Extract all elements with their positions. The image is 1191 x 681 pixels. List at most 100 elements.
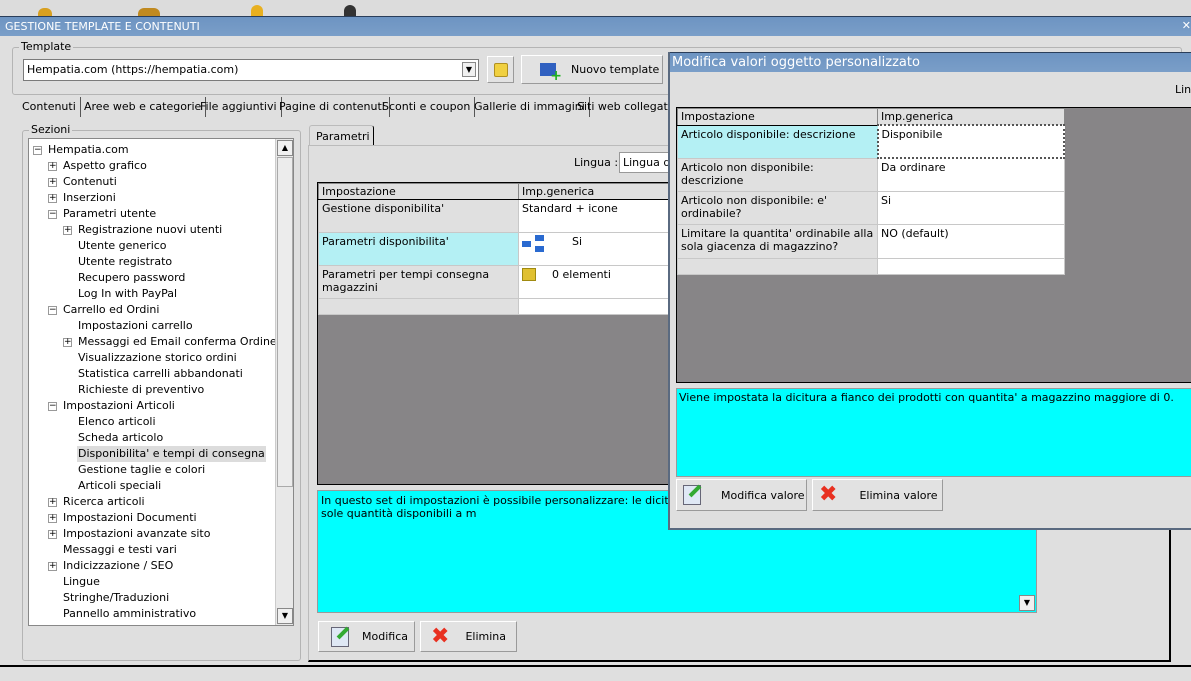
sections-tree[interactable]: − Hempatia.com + Aspetto grafico + Contenuti +… <box>28 138 294 626</box>
tab-sconti-coupon[interactable]: Sconti e coupon <box>378 97 476 117</box>
collapse-icon[interactable]: − <box>48 210 57 219</box>
tab-file-aggiuntivi[interactable]: File aggiuntivi <box>196 97 282 117</box>
tab-gallerie-immagini[interactable]: Gallerie di immagini <box>470 97 590 117</box>
expand-icon[interactable]: + <box>63 338 72 347</box>
tree-item[interactable]: Ricerca articoli <box>62 494 146 510</box>
setting-value-text: Si <box>572 235 583 248</box>
scroll-down-icon[interactable]: ▼ <box>277 608 293 624</box>
expand-icon[interactable]: + <box>48 498 57 507</box>
user-icon[interactable] <box>344 5 356 16</box>
tree-item[interactable]: Impostazioni avanzate sito <box>62 526 211 542</box>
expand-icon[interactable]: + <box>48 514 57 523</box>
tree-item[interactable]: Pannello amministrativo <box>62 606 197 622</box>
tree-item[interactable]: Messaggi ed Email conferma Ordine <box>77 334 278 350</box>
tree-item[interactable]: Aspetto grafico <box>62 158 148 174</box>
tree-item[interactable]: Elenco articoli <box>77 414 157 430</box>
setting-name <box>318 298 519 315</box>
scroll-up-icon[interactable]: ▲ <box>277 140 293 156</box>
table-row[interactable]: Parametri disponibilita' Si <box>318 232 671 266</box>
tree-item[interactable]: Registrazione nuovi utenti <box>77 222 223 238</box>
scroll-thumb[interactable] <box>277 157 293 487</box>
tab-siti-collegati[interactable]: Siti web collegati <box>573 97 676 117</box>
tree-item[interactable]: Disponibilita' e tempi di consegna <box>77 446 266 462</box>
delete-button[interactable]: ✖ Elimina <box>420 621 517 652</box>
sections-label: Sezioni <box>29 123 73 136</box>
tree-item[interactable]: Utente registrato <box>77 254 173 270</box>
setting-value[interactable]: Si <box>518 232 671 266</box>
tree-item[interactable]: Impostazioni carrello <box>77 318 194 334</box>
tree-item[interactable]: Scheda articolo <box>77 430 164 446</box>
setting-value[interactable]: Si <box>877 190 1065 225</box>
scroll-down-icon[interactable]: ▼ <box>1019 595 1035 611</box>
tree-item[interactable]: Stringhe/Traduzioni <box>62 590 170 606</box>
params-tab[interactable]: Parametri <box>309 125 374 146</box>
column-header: Impostazione <box>677 108 878 126</box>
chevron-down-icon[interactable]: ▼ <box>462 62 476 77</box>
template-select[interactable]: Hempatia.com (https://hempatia.com) ▼ <box>23 59 479 81</box>
tree-item[interactable]: Visualizzazione storico ordini <box>77 350 238 366</box>
tree-item[interactable]: Richieste di preventivo <box>77 382 205 398</box>
tree-item[interactable]: Parametri utente <box>62 206 157 222</box>
tree-item[interactable]: Carrello ed Ordini <box>62 302 160 318</box>
modify-button[interactable]: Modifica <box>318 621 415 652</box>
tab-contenuti[interactable]: Contenuti <box>18 97 81 117</box>
tree-item[interactable]: Impostazioni Articoli <box>62 398 176 414</box>
tree-item[interactable]: Impostazioni Documenti <box>62 510 198 526</box>
table-row[interactable]: Limitare la quantita' ordinabile alla so… <box>677 223 1065 259</box>
collapse-icon[interactable]: − <box>33 146 42 155</box>
expand-icon[interactable]: + <box>48 562 57 571</box>
table-row[interactable] <box>318 298 671 315</box>
setting-value-text: 0 elementi <box>552 268 611 281</box>
table-row[interactable]: Articolo disponibile: descrizione Disponi… <box>677 124 1065 159</box>
tree-item[interactable]: Multimedia <box>62 622 125 625</box>
setting-value[interactable]: 0 elementi <box>518 265 671 299</box>
expand-icon[interactable]: + <box>63 226 72 235</box>
new-template-button[interactable]: + Nuovo template <box>521 55 663 84</box>
tree-scrollbar[interactable]: ▲ ▼ <box>275 139 293 625</box>
tab-aree-web[interactable]: Aree web e categorie <box>80 97 207 117</box>
hierarchy-icon <box>522 235 544 252</box>
dialog-table: Impostazione Imp.generica Articolo dispon… <box>677 108 1065 275</box>
tree-item[interactable]: Lingue <box>62 574 101 590</box>
params-table: Impostazione Imp.generica Gestione dispon… <box>318 183 671 315</box>
tree-item[interactable]: Inserzioni <box>62 190 117 206</box>
tab-pagine-contenuti[interactable]: Pagine di contenuti <box>275 97 390 117</box>
setting-value[interactable] <box>518 298 671 315</box>
setting-value[interactable] <box>877 257 1065 275</box>
users-icon[interactable] <box>138 8 160 16</box>
tree-item[interactable]: Messaggi e testi vari <box>62 542 178 558</box>
setting-value[interactable]: Da ordinare <box>877 157 1065 192</box>
tree-item[interactable]: Hempatia.com <box>47 142 130 158</box>
open-folder-button[interactable] <box>487 56 514 83</box>
main-window-titlebar: GESTIONE TEMPLATE E CONTENUTI ✕ <box>0 16 1191 36</box>
tree-item[interactable]: Indicizzazione / SEO <box>62 558 174 574</box>
tree-item[interactable]: Contenuti <box>62 174 118 190</box>
table-row[interactable] <box>677 257 1065 275</box>
modify-value-button[interactable]: Modifica valore <box>676 479 807 511</box>
setting-value-editor[interactable]: Disponibile <box>876 124 1065 159</box>
setting-value[interactable]: NO (default) <box>877 223 1065 259</box>
table-row[interactable]: Parametri per tempi consegna magazzini 0 … <box>318 265 671 299</box>
table-row[interactable]: Articolo non disponibile: e' ordinabile?… <box>677 190 1065 225</box>
collapse-icon[interactable]: − <box>48 402 57 411</box>
tree-item[interactable]: Articoli speciali <box>77 478 162 494</box>
table-row[interactable]: Gestione disponibilita' Standard + icone <box>318 199 671 233</box>
tree-item[interactable]: Statistica carrelli abbandonati <box>77 366 244 382</box>
expand-icon[interactable]: + <box>48 194 57 203</box>
setting-value[interactable]: Standard + icone <box>518 199 671 233</box>
close-icon[interactable]: ✕ <box>1182 19 1191 32</box>
tree-item[interactable]: Log In with PayPal <box>77 286 178 302</box>
expand-icon[interactable]: + <box>48 178 57 187</box>
tree-item[interactable]: Gestione taglie e colori <box>77 462 206 478</box>
expand-icon[interactable]: + <box>48 530 57 539</box>
tree-item[interactable]: Utente generico <box>77 238 168 254</box>
collapse-icon[interactable]: − <box>48 306 57 315</box>
user-icon[interactable] <box>38 8 52 16</box>
table-row[interactable]: Articolo non disponibile: descrizione Da … <box>677 157 1065 192</box>
desktop-toolbar <box>0 0 1191 16</box>
delete-value-button[interactable]: ✖ Elimina valore <box>812 479 943 511</box>
tree-item[interactable]: Recupero password <box>77 270 186 286</box>
expand-icon[interactable]: + <box>48 162 57 171</box>
separator <box>0 665 1191 667</box>
user-icon[interactable] <box>251 5 263 16</box>
